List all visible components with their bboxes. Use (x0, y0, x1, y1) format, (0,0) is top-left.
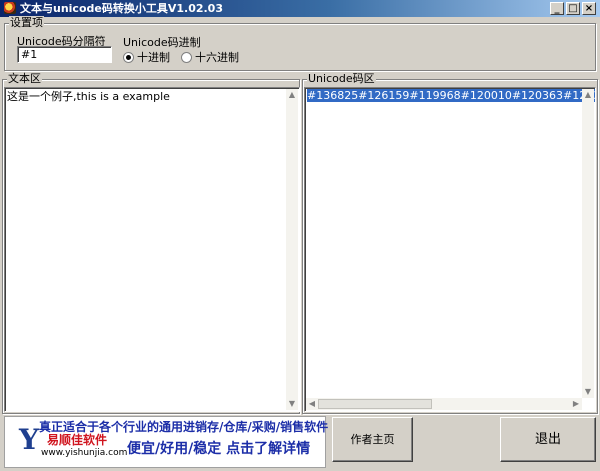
minimize-button[interactable]: _ (550, 2, 564, 15)
radio-decimal[interactable]: 十进制 (123, 49, 170, 65)
exit-button-label: 退出 (534, 432, 561, 447)
radio-hex-label: 十六进制 (195, 51, 239, 64)
unicode-area[interactable]: #136825#126159#119968#120010#120363#1233… (304, 87, 596, 412)
unicode-selected-text: #136825#126159#119968#120010#120363#1233… (307, 89, 595, 102)
radio-decimal-label: 十进制 (137, 51, 170, 64)
author-home-button-label: 作者主页 (350, 433, 395, 446)
scroll-up-icon[interactable]: ▲ (286, 89, 298, 101)
scroll-down-icon[interactable]: ▼ (582, 386, 594, 398)
text-area[interactable]: 这是一个例子,this is a example ▲ ▼ (4, 87, 300, 412)
banner-url: www.yishunjia.com (41, 448, 128, 458)
scroll-thumb[interactable] (318, 399, 432, 409)
exit-button[interactable]: 退出 (500, 417, 596, 462)
settings-group: 设置项 Unicode码分隔符 Unicode码进制 十进制 十六进制 (4, 16, 596, 71)
close-button[interactable]: × (582, 2, 596, 15)
settings-group-label: 设置项 (9, 16, 44, 30)
ad-banner[interactable]: Y 真正适合于各个行业的通用进销存/仓库/采购/销售软件 易顺佳软件 www.y… (4, 416, 328, 468)
minimize-icon: _ (554, 3, 560, 14)
scroll-right-icon[interactable]: ▶ (570, 398, 582, 410)
maximize-button[interactable]: □ (566, 2, 580, 15)
text-area-vertical-scrollbar[interactable]: ▲ ▼ (286, 89, 298, 410)
scroll-left-icon[interactable]: ◀ (306, 398, 318, 410)
banner-brand: 易顺佳软件 (47, 433, 108, 447)
radio-decimal-indicator (123, 51, 134, 63)
separator-input[interactable] (17, 46, 112, 63)
maximize-icon: □ (568, 3, 578, 14)
banner-slogan-line2: 便宜/好用/稳定 点击了解详情 (127, 441, 311, 457)
title-bar: 文本与unicode码转换小工具V1.02.03 _ □ × (0, 0, 600, 17)
unicode-area-vertical-scrollbar[interactable]: ▲ ▼ (582, 89, 594, 398)
radio-hex[interactable]: 十六进制 (181, 49, 239, 65)
text-area-label: 文本区 (7, 72, 42, 86)
scroll-up-icon[interactable]: ▲ (582, 89, 594, 101)
text-area-content: 这是一个例子,this is a example (7, 90, 170, 103)
unicode-area-label: Unicode码区 (307, 72, 376, 86)
scroll-down-icon[interactable]: ▼ (286, 398, 298, 410)
base-label: Unicode码进制 (123, 36, 201, 49)
close-icon: × (584, 3, 594, 14)
unicode-area-content: #136825#126159#119968#120010#120363#1233… (307, 89, 595, 102)
author-home-button[interactable]: 作者主页 (332, 417, 413, 462)
app-icon (4, 2, 16, 14)
radio-hex-indicator (181, 51, 192, 63)
app-window: 文本与unicode码转换小工具V1.02.03 _ □ × 设置项 Unico… (0, 0, 600, 471)
window-title: 文本与unicode码转换小工具V1.02.03 (20, 2, 223, 15)
unicode-area-horizontal-scrollbar[interactable]: ◀ ▶ (306, 398, 582, 410)
